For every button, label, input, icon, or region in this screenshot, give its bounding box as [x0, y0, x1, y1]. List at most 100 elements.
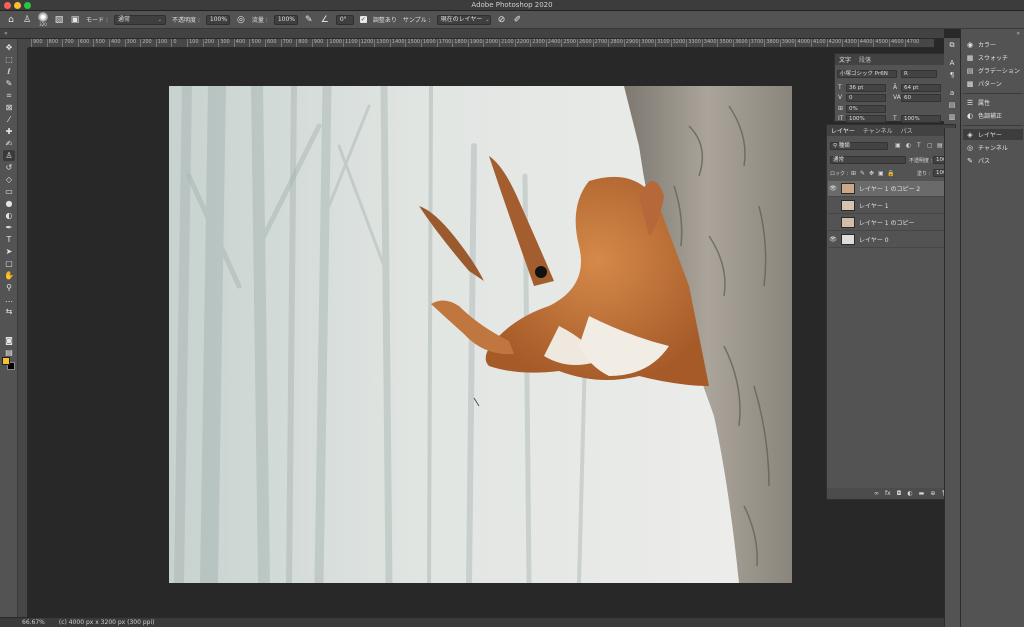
tracking-field[interactable]: 60: [901, 94, 941, 102]
kerning-field[interactable]: 0: [846, 94, 886, 102]
opacity-field[interactable]: 100%: [205, 14, 230, 25]
layer-name[interactable]: レイヤー 1 のコピー 2: [859, 184, 920, 193]
eye-icon[interactable]: 👁: [828, 185, 838, 192]
tab-layers[interactable]: レイヤー: [831, 126, 855, 135]
ruler-origin[interactable]: [18, 39, 28, 48]
zoom-level[interactable]: 66.67%: [22, 618, 45, 627]
dock-item-patterns[interactable]: ▩ パターン: [963, 78, 1023, 89]
tsume-field[interactable]: 0%: [846, 105, 886, 113]
quick-select-tool-icon[interactable]: ✎: [3, 78, 15, 89]
eyedropper-tool-icon[interactable]: ⁄: [3, 114, 15, 125]
adjustment-layer-icon[interactable]: ◐: [907, 490, 912, 497]
lock-pixels-icon[interactable]: ✎: [860, 170, 865, 177]
foreground-color-swatch[interactable]: [2, 357, 10, 365]
pressure-size-icon[interactable]: ✐: [513, 15, 523, 25]
aligned-checkbox[interactable]: ✓: [359, 16, 367, 23]
filter-shape-icon[interactable]: ▢: [927, 142, 933, 149]
filter-adjustment-icon[interactable]: ◐: [906, 142, 911, 149]
eraser-tool-icon[interactable]: ◇: [3, 174, 15, 185]
blur-tool-icon[interactable]: ●: [3, 198, 15, 209]
layer-name[interactable]: レイヤー 1 のコピー: [859, 218, 914, 227]
type-tool-icon[interactable]: T: [3, 234, 15, 245]
hand-tool-icon[interactable]: ✋: [3, 270, 15, 281]
pen-tool-icon[interactable]: ✒: [3, 222, 15, 233]
add-mask-icon[interactable]: ◘: [897, 490, 902, 497]
mode-select[interactable]: 通常 ⌄: [113, 14, 166, 25]
paragraph-style-icon[interactable]: ¶: [947, 70, 957, 80]
dock-item-adjustments[interactable]: ◐ 色調補正: [963, 110, 1023, 121]
lasso-tool-icon[interactable]: ℓ: [3, 66, 15, 77]
home-icon[interactable]: ⌂: [6, 15, 16, 25]
gradient-tool-icon[interactable]: ▭: [3, 186, 15, 197]
angle-field[interactable]: 0°: [335, 14, 354, 25]
dock-item-swatches[interactable]: ▦ スウォッチ: [963, 52, 1023, 63]
font-family-select[interactable]: 小塚ゴシック Pr6N: [837, 70, 897, 78]
tab-paths[interactable]: パス: [901, 126, 913, 135]
crop-tool-icon[interactable]: ⌗: [3, 90, 15, 101]
horizontal-scale-field[interactable]: 100%: [901, 115, 941, 123]
clone-stamp-preset-icon[interactable]: ♙: [22, 15, 32, 25]
dock-item-paths[interactable]: ✎ パス: [963, 155, 1023, 166]
lock-position-icon[interactable]: ✥: [869, 170, 874, 177]
zoom-tool-icon[interactable]: ⚲: [3, 282, 15, 293]
dock-item-color[interactable]: ◉ カラー: [963, 39, 1023, 50]
brush-preset-picker[interactable]: 320: [38, 12, 48, 27]
layer-row[interactable]: 👁 レイヤー 0: [828, 232, 953, 248]
vertical-scale-field[interactable]: 100%: [846, 115, 886, 123]
clone-source-icon[interactable]: ▣: [70, 15, 80, 25]
eye-icon[interactable]: 👁: [828, 236, 838, 243]
glyph-icon[interactable]: ⧉: [947, 40, 957, 50]
link-layers-icon[interactable]: ∞: [874, 490, 879, 497]
leading-field[interactable]: 64 pt: [901, 84, 941, 92]
layer-filter-select[interactable]: ⚲ 種類: [830, 142, 888, 150]
move-tool-icon[interactable]: ✥: [3, 42, 15, 53]
more-tools-icon[interactable]: …: [3, 294, 15, 305]
document-canvas[interactable]: [169, 86, 792, 583]
blend-mode-select[interactable]: 通常: [830, 156, 906, 164]
lock-all-icon[interactable]: 🔒: [887, 170, 894, 177]
collapse-panels-icon[interactable]: »: [1016, 30, 1020, 37]
history-brush-tool-icon[interactable]: ↺: [3, 162, 15, 173]
filter-pixel-icon[interactable]: ▣: [895, 142, 901, 149]
airbrush-icon[interactable]: ✎: [304, 15, 314, 25]
pressure-opacity-icon[interactable]: ◎: [236, 15, 246, 25]
marquee-tool-icon[interactable]: ⬚: [3, 54, 15, 65]
filter-type-icon[interactable]: T: [917, 142, 921, 149]
frame-tool-icon[interactable]: ⊠: [3, 102, 15, 113]
layer-name[interactable]: レイヤー 1: [859, 201, 889, 210]
brush-tool-icon[interactable]: ✍: [3, 138, 15, 149]
glyphs-panel-icon[interactable]: a: [947, 88, 957, 98]
layer-row[interactable]: レイヤー 1: [828, 198, 953, 214]
dock-item-properties[interactable]: ☰ 属性: [963, 97, 1023, 108]
tab-channels[interactable]: チャンネル: [863, 126, 893, 135]
font-style-select[interactable]: R: [901, 70, 937, 78]
dodge-tool-icon[interactable]: ◐: [3, 210, 15, 221]
brush-panel-icon[interactable]: ▤: [947, 100, 957, 110]
new-layer-icon[interactable]: ⊕: [930, 490, 935, 497]
collapse-toolbar-icon[interactable]: «: [4, 30, 8, 37]
filter-smart-object-icon[interactable]: ▤: [937, 142, 943, 149]
tab-character[interactable]: 文字: [839, 55, 851, 64]
lock-artboard-icon[interactable]: ▣: [878, 170, 884, 177]
canvas-area[interactable]: [28, 48, 934, 617]
tab-paragraph[interactable]: 段落: [859, 55, 871, 64]
rectangle-tool-icon[interactable]: ▢: [3, 258, 15, 269]
path-select-tool-icon[interactable]: ➤: [3, 246, 15, 257]
document-info[interactable]: (c) 4000 px x 3200 px (300 ppi): [59, 618, 155, 627]
layer-row[interactable]: レイヤー 1 のコピー: [828, 215, 953, 231]
lock-transparent-icon[interactable]: ⊞: [851, 170, 856, 177]
new-group-icon[interactable]: ▬: [919, 490, 925, 497]
vertical-ruler[interactable]: [18, 48, 28, 617]
clone-stamp-tool-icon[interactable]: ♙: [3, 150, 15, 161]
sample-select[interactable]: 現在のレイヤー ⌄: [436, 14, 491, 25]
layer-row[interactable]: 👁 レイヤー 1 のコピー 2: [828, 181, 953, 197]
swap-colors-icon[interactable]: ⇆: [3, 306, 15, 317]
healing-brush-tool-icon[interactable]: ✚: [3, 126, 15, 137]
character-style-icon[interactable]: A: [947, 58, 957, 68]
quick-mask-icon[interactable]: ◙: [3, 335, 15, 346]
dock-item-channels[interactable]: ◎ チャンネル: [963, 142, 1023, 153]
font-size-field[interactable]: 36 pt: [846, 84, 886, 92]
fx-icon[interactable]: fx: [885, 490, 891, 497]
ignore-adjustment-icon[interactable]: ⊘: [497, 15, 507, 25]
clone-source-panel-icon[interactable]: ▥: [947, 112, 957, 122]
